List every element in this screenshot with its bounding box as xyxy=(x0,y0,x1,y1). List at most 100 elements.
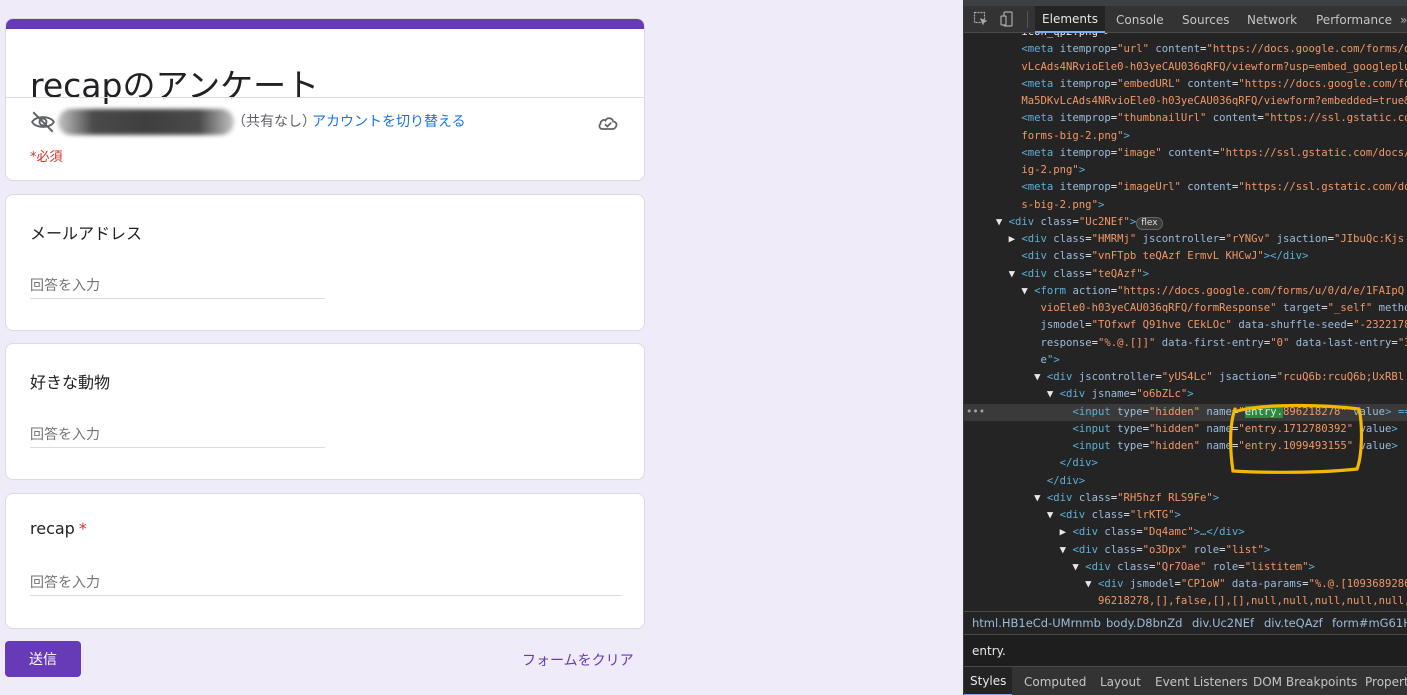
dom-tree-line[interactable]: ▶ <div class="Dq4amc">…</div> xyxy=(964,524,1407,541)
dom-token: metho xyxy=(1378,302,1407,314)
dom-tree-line[interactable]: ▼ <form action="https://docs.google.com/… xyxy=(964,283,1407,300)
dom-tree-line[interactable]: <meta itemprop="url" content="https://do… xyxy=(964,41,1407,58)
dom-tree-line[interactable]: <input type="hidden" name="entry.8962182… xyxy=(964,403,1407,421)
dom-indent: ▼ xyxy=(964,560,1086,573)
share-status: （共有なし） xyxy=(232,114,316,130)
device-toolbar-icon[interactable] xyxy=(1000,11,1016,27)
dom-token: > xyxy=(1187,388,1194,401)
answer-input-email[interactable]: 回答を入力 xyxy=(30,273,325,299)
breadcrumb-item[interactable]: form#mG61Hc xyxy=(1332,616,1407,630)
dom-tree-line[interactable]: forms-big-2.png"> xyxy=(964,128,1407,145)
flex-badge[interactable]: flex xyxy=(1136,216,1163,230)
tab-network[interactable]: Network xyxy=(1247,6,1297,33)
dom-token: "hidden" xyxy=(1149,405,1201,418)
header-divider xyxy=(6,97,644,98)
dom-token: name xyxy=(1206,440,1232,452)
inspect-element-icon[interactable] xyxy=(973,11,989,27)
breadcrumb-item[interactable]: div.teQAzf xyxy=(1264,616,1323,630)
dom-token: "entry.1099493155" xyxy=(1238,440,1354,452)
breadcrumb-item[interactable]: body.D8bnZd xyxy=(1106,616,1182,630)
dom-token: <div xyxy=(1072,543,1105,556)
dom-tree-line[interactable]: <meta itemprop="imageUrl" content="https… xyxy=(964,179,1407,196)
dom-tree-line[interactable]: </div> xyxy=(964,455,1407,472)
tab-dom-breakpoints[interactable]: DOM Breakpoints xyxy=(1253,667,1357,695)
dom-tree-line[interactable]: s-big-2.png"> xyxy=(964,197,1407,214)
more-dots-icon[interactable]: ••• xyxy=(966,404,985,421)
dom-tree-line[interactable]: </div> xyxy=(964,473,1407,490)
tab-console[interactable]: Console xyxy=(1116,6,1164,33)
dom-search-input[interactable]: entry. xyxy=(972,644,1006,658)
dom-indent xyxy=(964,457,1060,469)
dom-tree-line[interactable]: vioEle0-h03yeCAU036qRFQ/formResponse" ta… xyxy=(964,300,1407,317)
submit-button[interactable]: 送信 xyxy=(5,641,81,677)
dom-token: content xyxy=(1168,146,1213,159)
header-accent-bar xyxy=(6,19,644,29)
dom-token: "3 xyxy=(1397,336,1407,349)
dom-tree-line[interactable]: ▶ <div class="HMRMj" jscontroller="rYNGv… xyxy=(964,231,1407,248)
dom-tree-line[interactable]: Ma5DKvLcAds4NRvioEle0-h03yeCAU036qRFQ/vi… xyxy=(964,93,1407,110)
dom-token: > == xyxy=(1385,405,1407,418)
dom-token: "teQAzf" xyxy=(1091,267,1143,280)
dom-tree-line[interactable]: jsmodel="TOfxwf Q91hve CEkLOc" data-shuf… xyxy=(964,317,1407,334)
dom-tree-line[interactable]: ▼ <div jscontroller="yUS4Lc" jsaction="r… xyxy=(964,369,1407,386)
dom-token: vioEle0-h03yeCAU036qRFQ/formResponse" xyxy=(1040,302,1277,314)
breadcrumb-item[interactable]: html.HB1eCd-UMrnmb xyxy=(972,616,1101,630)
tab-layout[interactable]: Layout xyxy=(1100,667,1141,695)
dom-tree-line[interactable]: <input type="hidden" name="entry.1712780… xyxy=(964,421,1407,438)
dom-tree-line[interactable]: ▼ <div jsname="o6bZLc"> xyxy=(964,386,1407,403)
clear-form-button[interactable]: フォームをクリア xyxy=(522,650,634,670)
dom-tree-line[interactable]: <meta itemprop="image" content="https://… xyxy=(964,145,1407,162)
dom-token: "rYNGv" xyxy=(1225,233,1271,245)
dom-token: "TOfxwf Q91hve CEkLOc" xyxy=(1091,319,1232,332)
dom-indent: ▶ xyxy=(964,526,1073,539)
dom-indent xyxy=(964,337,1041,349)
question-card-animal: 好きな動物 回答を入力 xyxy=(5,343,645,480)
tab-event-listeners[interactable]: Event Listeners xyxy=(1155,667,1248,695)
form-page: recapのアンケート （共有なし） アカウントを切り替える *必須 メールアド… xyxy=(0,0,963,695)
dom-tree-line[interactable]: ▼ <div class="o3Dpx" role="list"> xyxy=(964,542,1407,559)
toolbar-divider xyxy=(1027,11,1028,28)
dom-token: class xyxy=(1053,233,1086,245)
answer-input-recap[interactable]: 回答を入力 xyxy=(30,570,622,596)
dom-tree-line[interactable]: <meta itemprop="embedURL" content="https… xyxy=(964,76,1407,93)
dom-token: </div> xyxy=(1059,457,1098,470)
question-card-recap: recap * 回答を入力 xyxy=(5,493,645,629)
dom-tree-line[interactable]: <input type="hidden" name="entry.1099493… xyxy=(964,438,1407,455)
tab-sources[interactable]: Sources xyxy=(1182,6,1229,33)
dom-search-bar[interactable]: entry. xyxy=(964,634,1407,666)
tab-more-chevron[interactable]: » xyxy=(1400,6,1407,33)
dom-tree-line[interactable]: ▼ <div class="teQAzf"> xyxy=(964,266,1407,283)
dom-tree-line[interactable]: ig-2.png"> xyxy=(964,162,1407,179)
dom-indent: ▼ xyxy=(964,267,1022,280)
dom-tree-line[interactable]: e"> xyxy=(964,352,1407,369)
blurred-email xyxy=(58,109,234,135)
tab-computed[interactable]: Computed xyxy=(1024,667,1086,695)
dom-token: jscontroller xyxy=(1142,233,1220,245)
dom-tree-line[interactable]: ▼ <div class="lrKTG"> xyxy=(964,507,1407,524)
tab-styles[interactable]: Styles xyxy=(964,667,1013,695)
dom-tree-line[interactable]: icon_qp2.png"> xyxy=(964,33,1407,41)
dom-tree-line[interactable]: vLcAds4NRvioEle0-h03yeCAU036qRFQ/viewfor… xyxy=(964,59,1407,76)
dom-tree-line[interactable]: ▼ <div jsmodel="CP1oW" data-params="%.@.… xyxy=(964,576,1407,593)
answer-input-animal[interactable]: 回答を入力 xyxy=(30,422,325,448)
breadcrumb-item[interactable]: div.Uc2NEf xyxy=(1192,616,1254,630)
dom-tree-line[interactable]: <div class="vnFTpb teQAzf ErmvL KHCwJ"><… xyxy=(964,248,1407,265)
dom-tree-line[interactable]: ▼ <div class="Uc2NEf"> flex xyxy=(964,214,1407,231)
tab-elements[interactable]: Elements xyxy=(1035,6,1105,33)
dom-token: "vnFTpb teQAzf ErmvL KHCwJ" xyxy=(1091,250,1264,263)
dom-token: "HMRMj" xyxy=(1091,233,1137,245)
dom-indent xyxy=(964,164,1021,176)
dom-token: "https://ssl.gstatic.co xyxy=(1263,112,1407,125)
tab-properties[interactable]: Propert xyxy=(1365,667,1407,695)
dom-tree-line[interactable]: response="%.@.[]]" data-first-entry="0" … xyxy=(964,335,1407,352)
dom-tree-line[interactable]: ▼ <div class="Qr7Oae" role="listitem"> xyxy=(964,559,1407,576)
tab-performance[interactable]: Performance xyxy=(1316,6,1392,33)
dom-token: value xyxy=(1359,440,1392,452)
dom-token: > xyxy=(1308,560,1315,573)
dom-tree-line[interactable]: ▼ <div class="RH5hzf RLS9Fe"> xyxy=(964,490,1407,507)
dom-token: " xyxy=(1238,405,1245,418)
switch-account-link[interactable]: アカウントを切り替える xyxy=(312,111,466,131)
dom-tree-line[interactable]: 96218278,[],false,[],[],null,null,null,n… xyxy=(964,593,1407,610)
dom-tree-line[interactable]: <meta itemprop="thumbnailUrl" content="h… xyxy=(964,110,1407,127)
dom-token: type xyxy=(1117,422,1143,435)
